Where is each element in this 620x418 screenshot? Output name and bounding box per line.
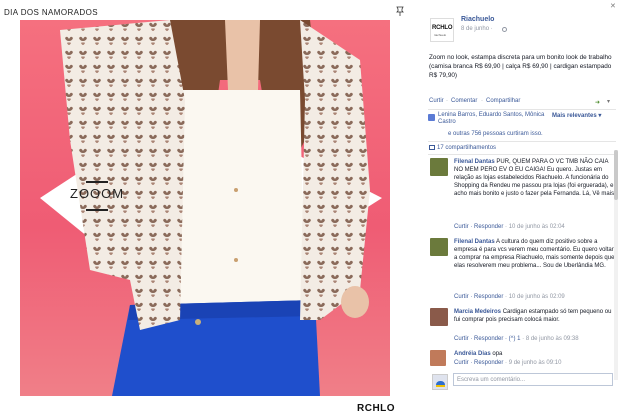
product-photo[interactable]: ZOOOM <box>20 20 390 396</box>
share-button[interactable]: Compartilhar <box>486 98 520 104</box>
globe-icon <box>502 27 507 32</box>
comment-actions[interactable]: Curtir · Responder <box>454 294 503 300</box>
shares-link[interactable]: 17 compartilhamentos <box>429 145 496 151</box>
likes-row: Lenina Barros, Eduardo Santos, Mônica Ca… <box>428 112 616 132</box>
comment-composer: Escreva um comentário... <box>432 372 616 392</box>
photo-illustration <box>40 20 382 396</box>
comment-avatar[interactable] <box>430 158 448 176</box>
comment-time[interactable]: · 10 de junho às 02:09 <box>505 294 565 300</box>
comment-avatar[interactable] <box>430 238 448 256</box>
comment-avatar[interactable] <box>430 308 448 326</box>
likes-count-link[interactable]: 756 pessoas curtiram isso. <box>471 131 542 137</box>
comment-time[interactable]: · 9 de junho às 09:10 <box>505 360 561 366</box>
photo-header: DIA DOS NAMORADOS <box>0 0 410 20</box>
sort-dropdown[interactable]: Mais relevantes ▾ <box>552 112 601 119</box>
comment-meta: Curtir · Responder · 10 de junho às 02:0… <box>454 294 565 300</box>
comment-actions[interactable]: Curtir · Responder <box>454 224 503 230</box>
page-avatar-sub: riachuelo <box>434 33 447 37</box>
sort-label: Mais relevantes <box>552 113 597 119</box>
shares-icon <box>429 145 435 150</box>
comment-button[interactable]: Comentar <box>451 98 477 104</box>
comment-text: opa <box>492 351 503 357</box>
scrollbar-thumb[interactable] <box>614 150 618 200</box>
blouse-shape <box>170 90 305 320</box>
comment-item: Marcia Medeiros Cardigan estampado só te… <box>424 308 620 346</box>
zoom-text: ZOOOM <box>70 186 125 201</box>
comment-actions[interactable]: Curtir · Responder <box>454 360 503 366</box>
comment-meta: Curtir · Responder · (^) 1 · 8 de junho … <box>454 336 579 342</box>
pin-icon[interactable] <box>396 6 404 16</box>
comment-author[interactable]: Andréia Dias <box>454 351 491 357</box>
post-text: Zoom no look, estampa discreta para um b… <box>429 54 612 79</box>
zoom-bar-top <box>86 181 108 183</box>
page-name-link[interactable]: Riachuelo <box>461 16 494 23</box>
comment-author[interactable]: Marcia Medeiros <box>454 309 501 315</box>
share-arrow-icon: ➜ <box>595 100 601 106</box>
thumbs-up-icon <box>428 114 435 121</box>
user-avatar <box>432 374 448 390</box>
chevron-down-icon[interactable]: ▾ <box>607 98 610 105</box>
page-avatar-logo: RCHLO <box>432 25 453 31</box>
divider <box>428 109 616 110</box>
likes-names[interactable]: Lenina Barros, Eduardo Santos, Mônica Ca… <box>438 112 550 126</box>
likes-count: e outras 756 pessoas curtiram isso. <box>448 131 543 137</box>
post-date[interactable]: 8 de junho · <box>461 26 493 32</box>
comment-meta: Curtir · Responder · 9 de junho às 09:10 <box>454 360 561 366</box>
post-side-panel: ✕ RCHLO riachuelo Riachuelo 8 de junho ·… <box>424 0 620 418</box>
comment-avatar[interactable] <box>430 350 446 366</box>
comment-body: Andréia Dias opa <box>454 350 616 358</box>
separator-dot: · <box>446 98 448 104</box>
comment-author[interactable]: Filenal Dantas <box>454 159 495 165</box>
separator-dot: · <box>481 98 483 104</box>
brand-logo: RCHLO <box>357 403 396 414</box>
comment-item: Filenal Dantas PUR, QUEM PARA O VC TMB N… <box>424 158 620 236</box>
comment-body: Filenal Dantas A cultura do quem diz pos… <box>454 238 616 270</box>
photo-pane: DIA DOS NAMORADOS ZOOOM RCHLO <box>0 0 410 418</box>
comment-actions[interactable]: Curtir · Responder · (^) 1 <box>454 336 521 342</box>
comment-body: Filenal Dantas PUR, QUEM PARA O VC TMB N… <box>454 158 616 198</box>
comment-time[interactable]: · 8 de junho às 09:38 <box>522 336 578 342</box>
comment-body: Marcia Medeiros Cardigan estampado só te… <box>454 308 616 324</box>
zoom-bar-bottom <box>86 209 108 211</box>
comment-input[interactable]: Escreva um comentário... <box>453 373 613 386</box>
comment-item: Andréia Dias opa Curtir · Responder · 9 … <box>424 350 620 370</box>
photo-title: DIA DOS NAMORADOS <box>4 8 98 17</box>
comment-item: Filenal Dantas A cultura do quem diz pos… <box>424 238 620 304</box>
post-actions: Curtir · Comentar · Compartilhar ➜ ▾ <box>429 98 619 108</box>
divider <box>428 141 616 142</box>
likes-count-prefix: e outras <box>448 131 470 137</box>
comment-author[interactable]: Filenal Dantas <box>454 239 495 245</box>
close-icon[interactable]: ✕ <box>610 2 616 10</box>
cardigan-left <box>60 20 185 330</box>
like-button[interactable]: Curtir <box>429 98 444 104</box>
page-avatar[interactable]: RCHLO riachuelo <box>430 18 454 42</box>
shares-count: 17 compartilhamentos <box>437 145 497 151</box>
comment-time[interactable]: · 10 de junho às 02:04 <box>505 224 565 230</box>
divider <box>428 154 616 155</box>
cardigan-right <box>300 20 370 320</box>
comment-meta: Curtir · Responder · 10 de junho às 02:0… <box>454 224 565 230</box>
